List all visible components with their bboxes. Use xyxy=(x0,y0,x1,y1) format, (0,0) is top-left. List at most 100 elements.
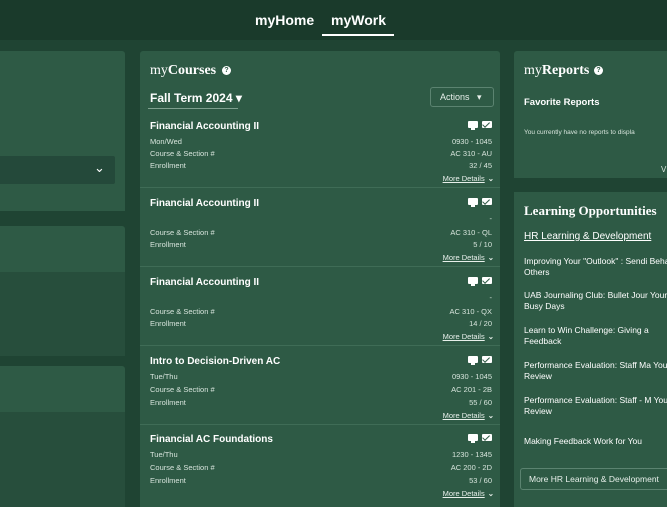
course-name[interactable]: Financial Accounting II xyxy=(150,277,259,288)
schedule-row: Mon/Wed 0930 - 1045 xyxy=(150,137,492,147)
monitor-icon[interactable] xyxy=(468,356,478,365)
enrollment-row: Enrollment 5 / 10 xyxy=(150,240,492,250)
section-value: AC 201 - 2B xyxy=(451,385,492,394)
more-details-link[interactable]: More Details ⌄ xyxy=(443,411,494,420)
help-icon[interactable]: ? xyxy=(222,66,231,75)
section-row: Course & Section # AC 310 - QL xyxy=(150,228,492,238)
learning-item[interactable]: Performance Evaluation: Staff Ma Your Re… xyxy=(524,360,667,382)
more-details-label: More Details xyxy=(442,489,485,498)
course-name[interactable]: Intro to Decision-Driven AC xyxy=(150,356,280,367)
section-label: Course & Section # xyxy=(150,385,215,394)
no-reports-message: You currently have no reports to displa xyxy=(524,129,635,136)
section-label: Course & Section # xyxy=(150,307,215,316)
learning-item[interactable]: Performance Evaluation: Staff - M Your R… xyxy=(524,395,667,417)
section-value: AC 310 - QX xyxy=(449,307,492,316)
course-actions xyxy=(468,356,494,365)
view-all-link[interactable]: V xyxy=(661,165,666,174)
more-details-link[interactable]: More Details ⌄ xyxy=(443,332,494,341)
left-panel-bottom-body xyxy=(0,412,125,507)
section-row: Course & Section # AC 310 - QX xyxy=(150,307,492,317)
learning-opportunities-panel: Learning Opportunities HR Learning & Dev… xyxy=(514,192,667,507)
chevron-down-icon: ⌄ xyxy=(487,489,494,498)
chevron-down-icon[interactable]: ⌄ xyxy=(94,160,105,176)
more-details-link[interactable]: More Details ⌄ xyxy=(443,253,494,262)
section-value: AC 310 - QL xyxy=(450,228,492,237)
my-courses-panel: myCourses ? Fall Term 2024 ▾ Actions ▾ F… xyxy=(140,51,500,507)
enrollment-value: 5 / 10 xyxy=(473,240,492,249)
course-time: 1230 - 1345 xyxy=(451,450,492,459)
section-row: Course & Section # AC 201 - 2B xyxy=(150,385,492,395)
course-days: Tue/Thu xyxy=(150,372,178,381)
left-panel-middle-body xyxy=(0,272,125,356)
mail-icon[interactable] xyxy=(482,121,492,128)
actions-button[interactable]: Actions ▾ xyxy=(430,87,494,107)
course-actions xyxy=(468,277,494,286)
section-value: AC 310 - AU xyxy=(450,149,492,158)
more-details-link[interactable]: More Details ⌄ xyxy=(443,489,494,498)
mail-icon[interactable] xyxy=(482,356,492,363)
enrollment-label: Enrollment xyxy=(150,476,186,485)
enrollment-label: Enrollment xyxy=(150,319,186,328)
mail-icon[interactable] xyxy=(482,277,492,284)
section-value: AC 200 - 2D xyxy=(450,463,492,472)
term-selector[interactable]: Fall Term 2024 ▾ xyxy=(150,91,242,105)
course-card: Financial AC Foundations Tue/Thu 1230 - … xyxy=(140,434,500,502)
more-details-label: More Details xyxy=(442,253,485,262)
mail-icon[interactable] xyxy=(482,198,492,205)
reports-panel-title: myReports xyxy=(524,63,589,79)
term-underline xyxy=(148,108,238,109)
learning-item[interactable]: Making Feedback Work for You xyxy=(524,436,667,447)
monitor-icon[interactable] xyxy=(468,434,478,443)
monitor-icon[interactable] xyxy=(468,198,478,207)
course-card: Financial Accounting II Mon/Wed 0930 - 1… xyxy=(140,121,500,188)
enrollment-row: Enrollment 53 / 60 xyxy=(150,476,492,486)
caret-down-icon: ▾ xyxy=(235,91,242,105)
enrollment-row: Enrollment 32 / 45 xyxy=(150,161,492,171)
course-time: 0930 - 1045 xyxy=(451,137,492,146)
left-panel-top xyxy=(0,51,125,211)
more-details-label: More Details xyxy=(442,411,485,420)
title-prefix: my xyxy=(524,63,542,78)
course-name[interactable]: Financial Accounting II xyxy=(150,121,259,132)
course-actions xyxy=(468,198,494,207)
enrollment-value: 14 / 20 xyxy=(469,319,492,328)
more-details-label: More Details xyxy=(442,174,485,183)
enrollment-label: Enrollment xyxy=(150,240,186,249)
favorite-reports-heading: Favorite Reports xyxy=(524,97,600,108)
course-actions xyxy=(468,121,494,130)
help-icon[interactable]: ? xyxy=(594,66,603,75)
tab-mywork[interactable]: myWork xyxy=(331,12,386,28)
enrollment-value: 55 / 60 xyxy=(469,398,492,407)
monitor-icon[interactable] xyxy=(468,277,478,286)
left-panel-bottom-header xyxy=(0,366,125,412)
left-panel-middle-header xyxy=(0,226,125,272)
mail-icon[interactable] xyxy=(482,434,492,441)
learning-item[interactable]: Learn to Win Challenge: Giving a Feedbac… xyxy=(524,325,667,347)
course-time: - xyxy=(489,293,493,302)
section-label: Course & Section # xyxy=(150,228,215,237)
enrollment-label: Enrollment xyxy=(150,161,186,170)
schedule-row: Tue/Thu 1230 - 1345 xyxy=(150,450,492,460)
courses-panel-title: myCourses xyxy=(150,63,216,79)
chevron-down-icon: ⌄ xyxy=(487,253,494,262)
more-hr-learning-button[interactable]: More HR Learning & Development xyxy=(520,468,667,490)
course-card: Intro to Decision-Driven AC Tue/Thu 0930… xyxy=(140,356,500,425)
tab-myhome[interactable]: myHome xyxy=(255,12,314,28)
monitor-icon[interactable] xyxy=(468,121,478,130)
schedule-row: - xyxy=(150,214,493,224)
hr-learning-link[interactable]: HR Learning & Development xyxy=(524,231,651,242)
chevron-down-icon: ⌄ xyxy=(487,411,494,420)
learning-item[interactable]: UAB Journaling Club: Bullet Jour Your Bu… xyxy=(524,290,667,312)
more-details-link[interactable]: More Details ⌄ xyxy=(443,174,494,183)
course-card: Financial Accounting II - Course & Secti… xyxy=(140,198,500,267)
section-row: Course & Section # AC 200 - 2D xyxy=(150,463,492,473)
caret-down-icon: ▾ xyxy=(477,92,482,102)
chevron-down-icon: ⌄ xyxy=(487,174,494,183)
course-name[interactable]: Financial AC Foundations xyxy=(150,434,273,445)
course-days: Tue/Thu xyxy=(150,450,178,459)
schedule-row: - xyxy=(150,293,493,303)
active-tab-indicator xyxy=(322,34,394,36)
title-prefix: my xyxy=(150,63,168,78)
course-name[interactable]: Financial Accounting II xyxy=(150,198,259,209)
learning-item[interactable]: Improving Your "Outlook" : Sendi Behalf … xyxy=(524,256,667,278)
